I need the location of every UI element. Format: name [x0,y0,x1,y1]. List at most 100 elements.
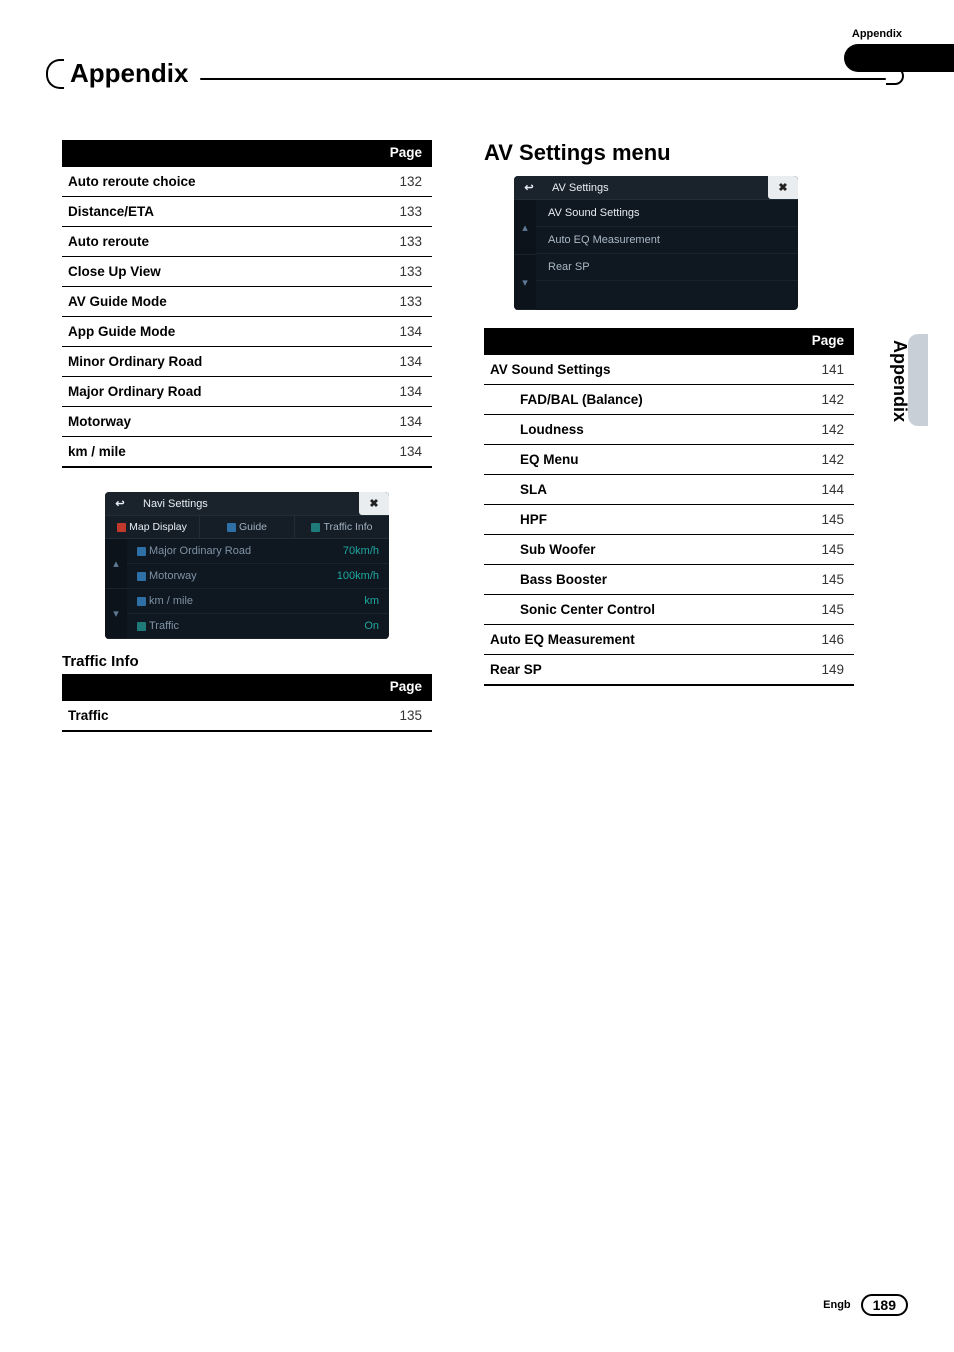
table-row: Sonic Center Control145 [484,595,854,625]
tab-icon [311,523,320,532]
row-label: FAD/BAL (Balance) [484,385,784,415]
ui-scroll-arrows: ▴ ▾ [105,539,127,639]
ui-tab[interactable]: Map Display [105,516,200,538]
close-icon[interactable]: ✖ [359,492,389,515]
table-row: Sub Woofer145 [484,535,854,565]
ui-titlebar: ↩ Navi Settings ✖ [105,492,389,516]
row-page: 134 [362,317,432,347]
table-row: Major Ordinary Road134 [62,377,432,407]
ui-tab[interactable]: Traffic Info [295,516,389,538]
ui-body: ▴ ▾ AV Sound SettingsAuto EQ Measurement… [514,200,798,310]
row-label: Major Ordinary Road [62,377,362,407]
row-page: 132 [362,166,432,197]
row-page: 134 [362,407,432,437]
row-page: 133 [362,227,432,257]
table-row: Close Up View133 [62,257,432,287]
navi-settings-screenshot: ↩ Navi Settings ✖ Map DisplayGuideTraffi… [105,492,389,639]
row-label: Minor Ordinary Road [62,347,362,377]
table-header-page: Page [784,328,854,354]
ui-body: ▴ ▾ Major Ordinary Road70km/hMotorway100… [105,539,389,639]
traffic-table: Page Traffic135 [62,674,432,732]
av-settings-heading: AV Settings menu [484,140,854,166]
scroll-down-icon[interactable]: ▾ [514,255,536,310]
scroll-down-icon[interactable]: ▾ [105,589,127,639]
row-label: Motorway [62,407,362,437]
row-page: 133 [362,197,432,227]
back-icon[interactable]: ↩ [514,176,544,199]
table-row: FAD/BAL (Balance)142 [484,385,854,415]
row-icon [137,622,146,631]
right-column: AV Settings menu ↩ AV Settings ✖ ▴ ▾ AV … [484,140,854,686]
row-label: AV Guide Mode [62,287,362,317]
row-page: 145 [784,595,854,625]
ui-list-row[interactable]: Rear SP [536,254,798,281]
row-page: 145 [784,535,854,565]
row-label: Auto reroute [62,227,362,257]
ui-titlebar: ↩ AV Settings ✖ [514,176,798,200]
back-icon[interactable]: ↩ [105,492,135,515]
ui-title: AV Settings [544,176,609,199]
ui-list-row[interactable]: Motorway100km/h [127,564,389,589]
table-row: Motorway134 [62,407,432,437]
table-row: SLA144 [484,475,854,505]
table-header-page: Page [362,140,432,166]
ui-list-row[interactable]: TrafficOn [127,614,389,639]
ui-list-row[interactable]: km / milekm [127,589,389,614]
row-label: EQ Menu [484,445,784,475]
tab-icon [117,523,126,532]
table-row: Auto reroute133 [62,227,432,257]
row-label: SLA [484,475,784,505]
row-page: 133 [362,257,432,287]
row-page: 142 [784,415,854,445]
row-label: Rear SP [484,655,784,686]
row-label: App Guide Mode [62,317,362,347]
close-icon[interactable]: ✖ [768,176,798,199]
row-label: Sub Woofer [484,535,784,565]
tab-icon [227,523,236,532]
side-thumb-tab [908,334,928,426]
table-row: Rear SP149 [484,655,854,686]
row-label: Distance/ETA [62,197,362,227]
row-page: 133 [362,287,432,317]
ui-rows: Major Ordinary Road70km/hMotorway100km/h… [127,539,389,639]
scroll-up-icon[interactable]: ▴ [514,200,536,255]
table-row: App Guide Mode134 [62,317,432,347]
ui-scroll-arrows: ▴ ▾ [514,200,536,310]
row-page: 141 [784,354,854,385]
header-section-label: Appendix [852,28,902,40]
ui-tab[interactable]: Guide [200,516,295,538]
row-page: 142 [784,385,854,415]
left-settings-table: Page Auto reroute choice132Distance/ETA1… [62,140,432,468]
side-section-label: Appendix [889,340,910,422]
table-row: AV Guide Mode133 [62,287,432,317]
page-title-wrap: Appendix [46,58,904,89]
row-page: 142 [784,445,854,475]
row-label: Loudness [484,415,784,445]
row-label: AV Sound Settings [484,354,784,385]
table-row: HPF145 [484,505,854,535]
row-label: Auto reroute choice [62,166,362,197]
footer-language: Engb [823,1299,851,1311]
row-page: 135 [362,700,432,731]
row-icon [137,572,146,581]
row-page: 134 [362,377,432,407]
title-lead-ornament [46,59,64,89]
row-label: Auto EQ Measurement [484,625,784,655]
row-page: 134 [362,437,432,468]
table-header-empty [62,140,362,166]
ui-list-row[interactable]: Major Ordinary Road70km/h [127,539,389,564]
row-page: 145 [784,505,854,535]
row-page: 134 [362,347,432,377]
ui-rows: AV Sound SettingsAuto EQ MeasurementRear… [536,200,798,310]
table-row: Auto EQ Measurement146 [484,625,854,655]
right-settings-table: Page AV Sound Settings141FAD/BAL (Balanc… [484,328,854,686]
row-icon [137,597,146,606]
ui-list-row[interactable]: Auto EQ Measurement [536,227,798,254]
row-label: km / mile [62,437,362,468]
table-header-page: Page [362,674,432,700]
table-header-empty [484,328,784,354]
row-label: Traffic [62,700,362,731]
scroll-up-icon[interactable]: ▴ [105,539,127,589]
ui-list-row[interactable]: AV Sound Settings [536,200,798,227]
left-column: Page Auto reroute choice132Distance/ETA1… [62,140,432,732]
